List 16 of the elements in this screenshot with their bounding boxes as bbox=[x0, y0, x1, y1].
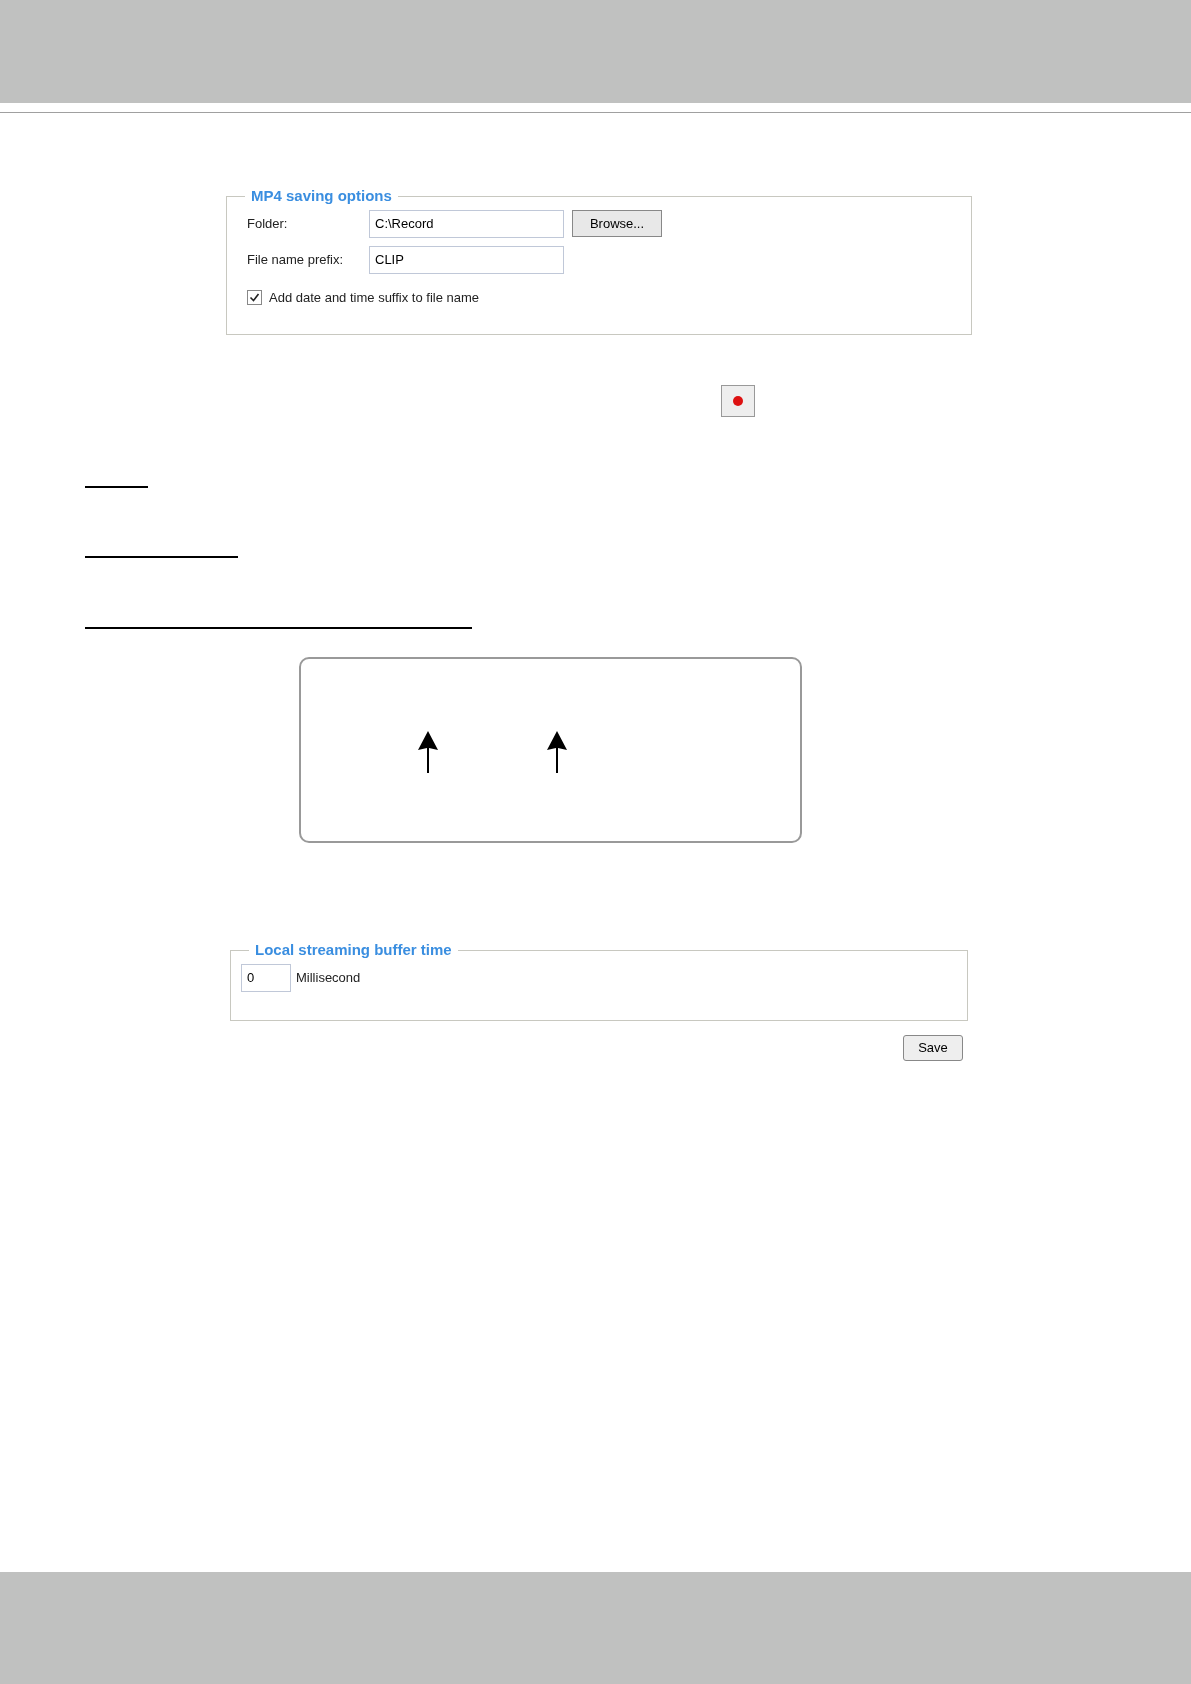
field-label: File name prefix: bbox=[247, 250, 345, 269]
up-arrow-icon bbox=[546, 731, 568, 773]
record-icon bbox=[733, 396, 743, 406]
checkbox[interactable] bbox=[247, 289, 262, 305]
save-button[interactable]: Save bbox=[903, 1035, 963, 1061]
folder-field[interactable]: C:\Record bbox=[369, 209, 564, 238]
panel-title: MP4 saving options bbox=[250, 186, 393, 206]
panel-title: Local streaming buffer time bbox=[254, 940, 453, 960]
record-button[interactable] bbox=[721, 385, 755, 417]
checkbox-label: Add date and time suffix to file name bbox=[269, 288, 480, 307]
prefix-field[interactable]: CLIP bbox=[369, 245, 564, 274]
unit-label: Millisecond bbox=[296, 968, 361, 987]
browse-button[interactable]: Browse... bbox=[572, 210, 662, 237]
up-arrow-icon bbox=[417, 731, 439, 773]
field-label: Folder: bbox=[247, 214, 289, 233]
buffer-field[interactable]: 0 bbox=[241, 963, 291, 992]
